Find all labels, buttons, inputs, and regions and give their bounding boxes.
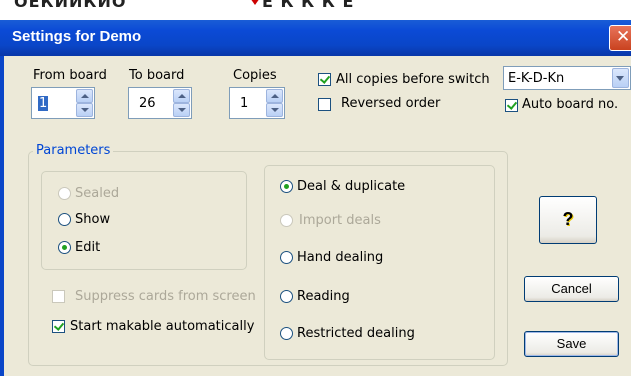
edit-radio[interactable] <box>58 241 71 254</box>
seat-order-value[interactable]: E-K-D-Kn <box>508 71 564 86</box>
deal-duplicate-radio[interactable] <box>280 180 293 193</box>
all-copies-before-switch-label[interactable]: All copies before switch <box>336 72 490 87</box>
deal-duplicate-label[interactable]: Deal & duplicate <box>297 179 405 194</box>
hand-dealing-radio[interactable] <box>280 251 293 264</box>
red-arrow-icon <box>250 0 260 5</box>
reversed-order-checkbox[interactable] <box>318 98 331 111</box>
seat-order-dropdown[interactable]: E-K-D-Kn <box>503 66 631 90</box>
start-makable-label[interactable]: Start makable automatically <box>70 319 254 334</box>
reading-label[interactable]: Reading <box>297 289 350 304</box>
show-radio[interactable] <box>58 213 71 226</box>
edit-label[interactable]: Edit <box>75 240 100 255</box>
copies-value[interactable]: 1 <box>240 96 248 111</box>
chevron-down-icon[interactable] <box>612 68 629 88</box>
to-board-down-arrow-icon[interactable] <box>173 103 190 117</box>
import-deals-radio[interactable] <box>280 214 293 227</box>
hand-dealing-label[interactable]: Hand dealing <box>297 250 383 265</box>
auto-board-no-label[interactable]: Auto board no. <box>522 97 618 112</box>
background-text-left: ОЕКИИКИО <box>14 0 127 11</box>
reversed-order-label[interactable]: Reversed order <box>341 96 440 111</box>
all-copies-before-switch-checkbox[interactable] <box>318 73 331 86</box>
background-window-strip: ОЕКИИКИО Е К К К Е <box>0 0 631 20</box>
close-icon: ✕ <box>616 27 631 47</box>
close-button[interactable]: ✕ <box>609 25 631 51</box>
to-board-label: To board <box>129 68 185 83</box>
suppress-cards-label[interactable]: Suppress cards from screen <box>75 289 256 304</box>
copies-spinner[interactable]: 1 <box>229 87 285 119</box>
cancel-button[interactable]: Cancel <box>524 276 619 302</box>
suppress-cards-checkbox[interactable] <box>52 290 65 303</box>
to-board-spinner[interactable]: 26 <box>128 87 192 119</box>
sealed-label[interactable]: Sealed <box>75 186 119 201</box>
start-makable-checkbox[interactable] <box>52 320 65 333</box>
show-label[interactable]: Show <box>75 212 110 227</box>
from-board-down-arrow-icon[interactable] <box>76 103 93 117</box>
restricted-dealing-label[interactable]: Restricted dealing <box>297 326 415 341</box>
sealed-radio[interactable] <box>58 187 71 200</box>
title-bar: Settings for Demo <box>0 20 631 56</box>
import-deals-label[interactable]: Import deals <box>299 213 381 228</box>
copies-label: Copies <box>233 68 277 83</box>
restricted-dealing-radio[interactable] <box>280 327 293 340</box>
help-button[interactable]: ? <box>539 196 597 244</box>
from-board-value[interactable]: 1 <box>38 96 49 111</box>
to-board-up-arrow-icon[interactable] <box>173 89 190 103</box>
background-text-right: Е К К К Е <box>262 0 355 11</box>
window-title: Settings for Demo <box>12 28 142 45</box>
help-question-icon: ? <box>562 209 574 229</box>
parameters-group-label: Parameters <box>33 143 114 158</box>
from-board-up-arrow-icon[interactable] <box>76 89 93 103</box>
from-board-spinner[interactable]: 1 <box>31 87 95 119</box>
view-mode-group <box>41 171 247 270</box>
from-board-label: From board <box>33 68 107 83</box>
to-board-value[interactable]: 26 <box>139 96 156 111</box>
copies-up-arrow-icon[interactable] <box>266 89 283 103</box>
save-button[interactable]: Save <box>524 331 619 357</box>
window-left-border <box>0 56 4 376</box>
auto-board-no-checkbox[interactable] <box>505 99 518 112</box>
copies-down-arrow-icon[interactable] <box>266 103 283 117</box>
reading-radio[interactable] <box>280 290 293 303</box>
